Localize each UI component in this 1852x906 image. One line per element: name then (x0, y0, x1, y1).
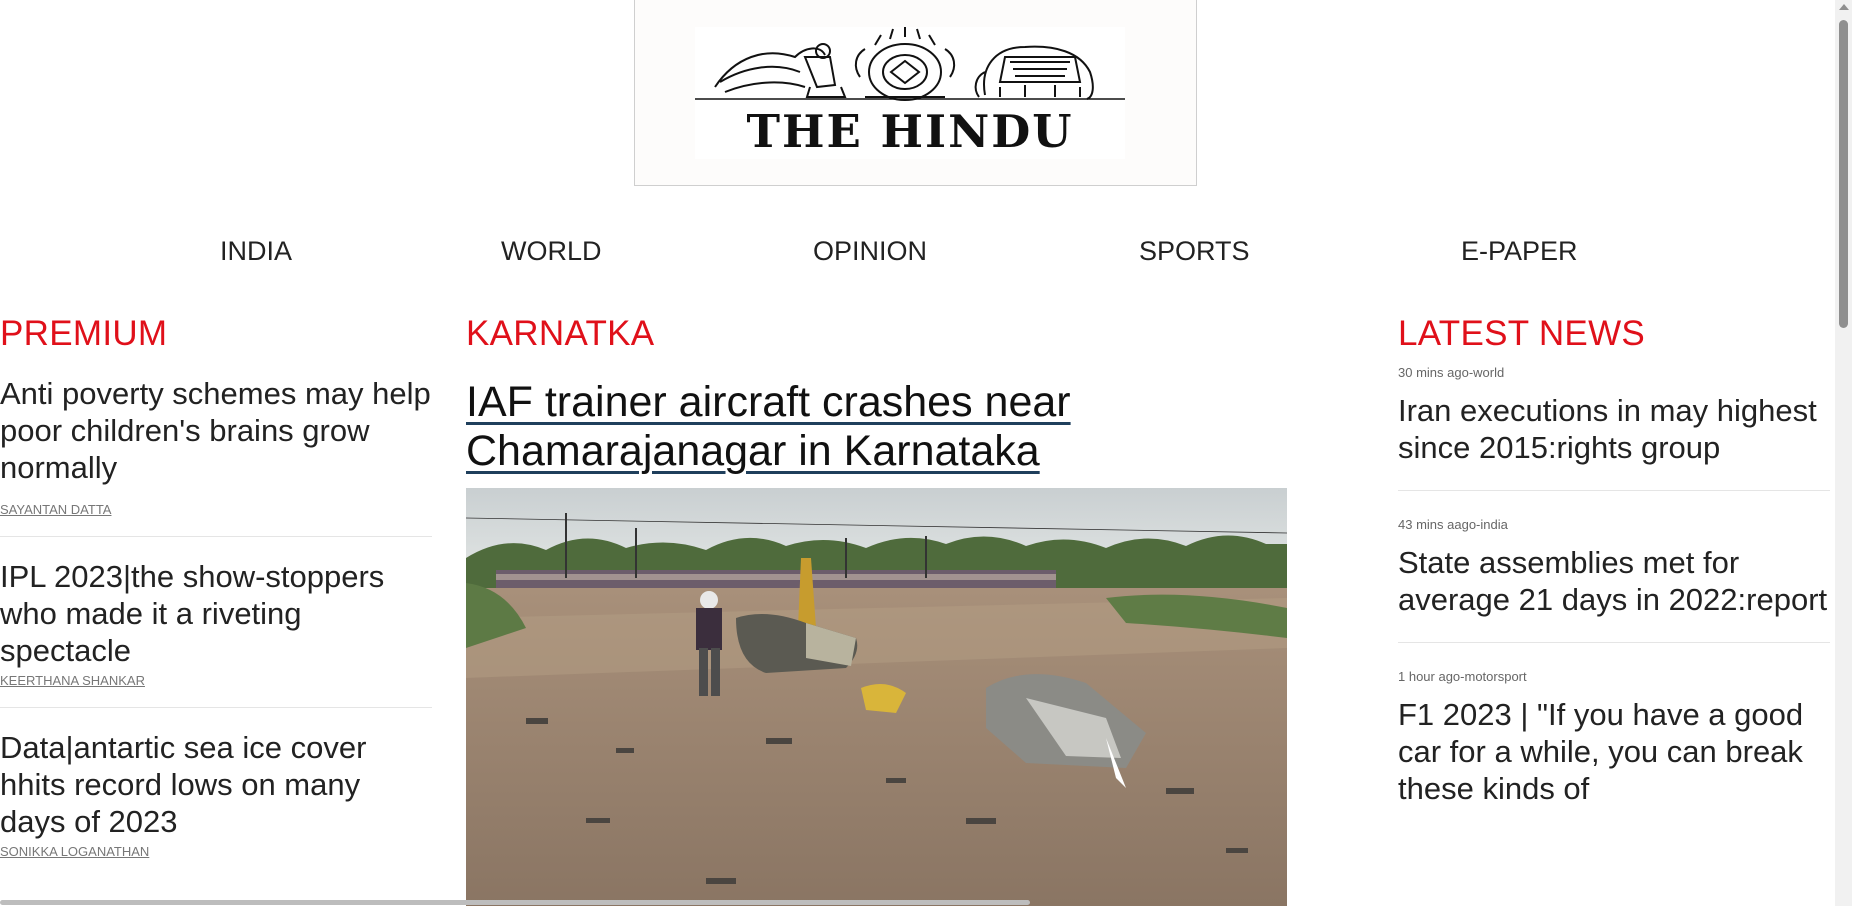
horizontal-scrollbar[interactable] (0, 899, 1835, 906)
divider (1398, 642, 1830, 643)
premium-story: Anti poverty schemes may help poor child… (0, 375, 432, 519)
nav-opinion[interactable]: OPINION (813, 236, 927, 267)
nav-sports[interactable]: SPORTS (1139, 236, 1250, 267)
divider (0, 707, 432, 708)
latest-news-heading[interactable]: LATEST NEWS (1398, 314, 1645, 354)
latest-news-meta: 43 mins aago-india (1398, 517, 1508, 532)
latest-news-item: 1 hour ago-motorsport F1 2023 | "If you … (1398, 668, 1830, 807)
premium-story: Data|antartic sea ice cover hhits record… (0, 729, 432, 861)
divider (0, 536, 432, 537)
latest-news-meta: 1 hour ago-motorsport (1398, 669, 1527, 684)
masthead: THE HINDU (634, 0, 1197, 186)
premium-story-author[interactable]: SONIKKA LOGANATHAN (0, 844, 149, 859)
vertical-scrollbar-thumb[interactable] (1839, 20, 1848, 328)
premium-story-author[interactable]: KEERTHANA SHANKAR (0, 673, 145, 688)
latest-news-item: 30 mins ago-world Iran executions in may… (1398, 364, 1830, 466)
premium-story: IPL 2023|the show-stoppers who made it a… (0, 558, 432, 690)
nav-india[interactable]: INDIA (220, 236, 292, 267)
premium-story-title[interactable]: IPL 2023|the show-stoppers who made it a… (0, 558, 432, 669)
scroll-up-arrow-icon[interactable] (1839, 4, 1849, 10)
vertical-scrollbar[interactable] (1835, 0, 1852, 906)
logo-wordmark: THE HINDU (746, 105, 1074, 158)
premium-heading[interactable]: PREMIUM (0, 314, 167, 354)
the-hindu-logo[interactable]: THE HINDU (695, 27, 1125, 159)
latest-news-title[interactable]: F1 2023 | "If you have a good car for a … (1398, 696, 1830, 807)
page: THE HINDU INDIA WORLD OPINION SPORTS E-P… (0, 0, 1852, 906)
crash-site-photo (466, 488, 1287, 906)
premium-story-title[interactable]: Data|antartic sea ice cover hhits record… (0, 729, 432, 840)
lead-story-image[interactable] (466, 488, 1287, 906)
horizontal-scrollbar-thumb[interactable] (0, 900, 1030, 905)
latest-news-title[interactable]: Iran executions in may highest since 201… (1398, 392, 1830, 466)
lead-story-title[interactable]: IAF trainer aircraft crashes near Chamar… (466, 378, 1266, 476)
nav-world[interactable]: WORLD (501, 236, 602, 267)
lead-section-heading[interactable]: KARNATKA (466, 314, 654, 354)
latest-news-meta: 30 mins ago-world (1398, 365, 1505, 380)
nav-epaper[interactable]: E-PAPER (1461, 236, 1578, 267)
latest-news-title[interactable]: State assemblies met for average 21 days… (1398, 544, 1830, 618)
premium-story-author[interactable]: SAYANTAN DATTA (0, 502, 111, 517)
latest-news-item: 43 mins aago-india State assemblies met … (1398, 516, 1830, 618)
premium-story-title[interactable]: Anti poverty schemes may help poor child… (0, 375, 432, 486)
latest-news-list: 30 mins ago-world Iran executions in may… (1398, 364, 1830, 807)
divider (1398, 490, 1830, 491)
premium-list: Anti poverty schemes may help poor child… (0, 375, 432, 861)
